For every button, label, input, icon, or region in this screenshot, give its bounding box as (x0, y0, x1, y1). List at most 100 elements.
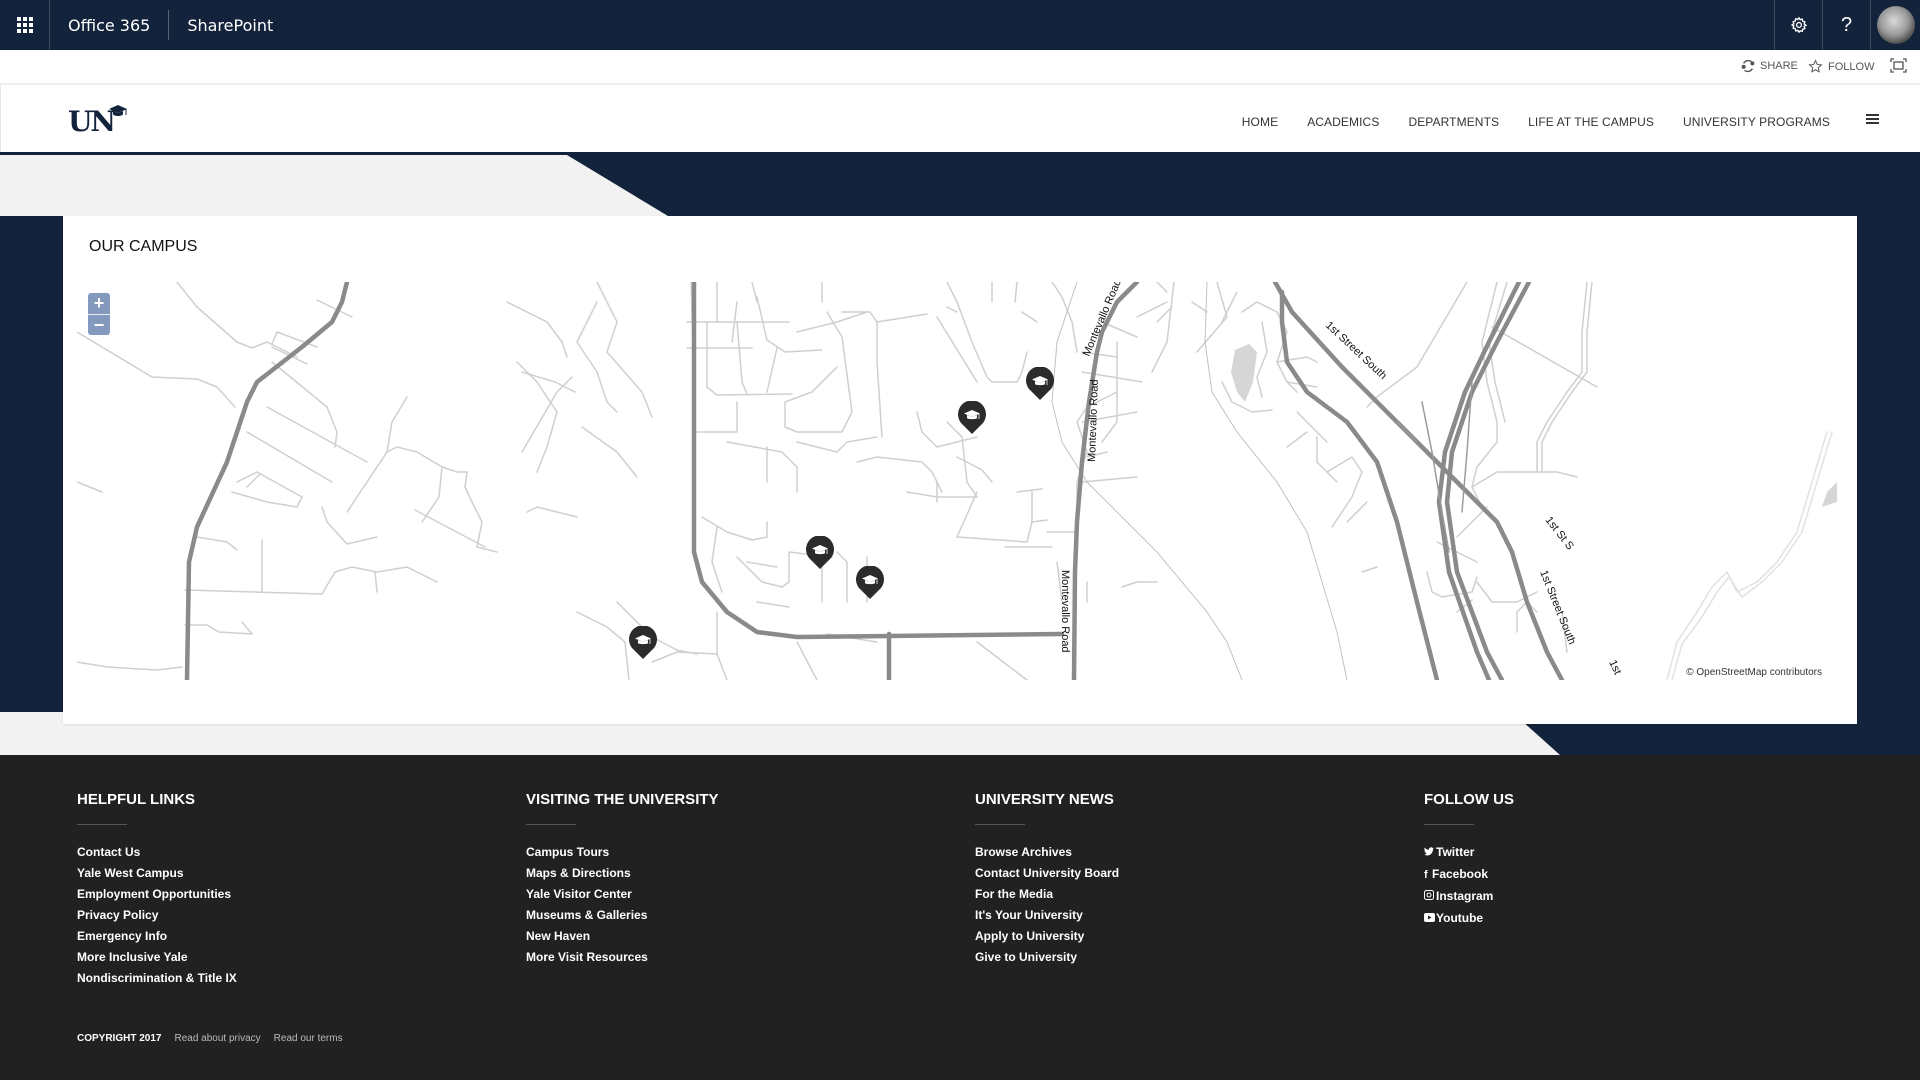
zoom-in-button[interactable]: + (88, 293, 110, 314)
sharepoint-link[interactable]: SharePoint (169, 16, 291, 35)
footer-link[interactable]: Campus Tours (526, 842, 719, 863)
focus-mode-button[interactable] (1890, 58, 1907, 73)
graduation-cap-icon (1026, 366, 1054, 400)
star-icon (1808, 59, 1823, 73)
road-label: 1st (1606, 658, 1623, 676)
footer-link[interactable]: More Inclusive Yale (77, 947, 237, 968)
footer-heading: VISITING THE UNIVERSITY (526, 791, 719, 808)
footer-heading: UNIVERSITY NEWS (975, 791, 1114, 808)
nav-departments[interactable]: DEPARTMENTS (1408, 115, 1499, 129)
footer-link[interactable]: It's Your University (975, 905, 1119, 926)
twitter-link[interactable]: Twitter (1424, 842, 1514, 864)
footer-link[interactable]: Give to University (975, 947, 1119, 968)
follow-label: FOLLOW (1828, 60, 1875, 73)
footer-link[interactable]: More Visit Resources (526, 947, 719, 968)
share-icon (1741, 59, 1755, 73)
facebook-link[interactable]: f Facebook (1424, 864, 1514, 886)
footer-link[interactable]: Emergency Info (77, 926, 237, 947)
suite-bar: Office 365 SharePoint ? (0, 0, 1920, 50)
terms-link[interactable]: Read our terms (274, 1033, 343, 1044)
footer-link[interactable]: Apply to University (975, 926, 1119, 947)
avatar (1876, 6, 1915, 44)
account-button[interactable] (1870, 0, 1920, 50)
graduation-cap-icon (109, 105, 128, 116)
share-label: SHARE (1760, 60, 1798, 72)
site-header: UN HOME ACADEMICS DEPARTMENTS LIFE AT TH… (0, 85, 1920, 152)
map-tiles: Montevallo Road Montevallo Road Monteval… (77, 282, 1837, 680)
help-icon: ? (1840, 13, 1853, 36)
road-label: 1st St S (1543, 514, 1576, 552)
office365-link[interactable]: Office 365 (50, 16, 168, 35)
privacy-link[interactable]: Read about privacy (174, 1033, 260, 1044)
copyright: COPYRIGHT 2017 (77, 1033, 162, 1044)
site-logo[interactable]: UN (68, 104, 128, 136)
footer-column-helpful-links: HELPFUL LINKS Contact Us Yale West Campu… (77, 791, 237, 989)
nav-academics[interactable]: ACADEMICS (1307, 115, 1379, 129)
campus-marker[interactable] (855, 565, 885, 600)
map-attribution[interactable]: © OpenStreetMap contributors (1686, 667, 1822, 678)
fullscreen-icon (1890, 58, 1907, 73)
footer-column-visiting: VISITING THE UNIVERSITY Campus Tours Map… (526, 791, 719, 968)
campus-map[interactable]: Montevallo Road Montevallo Road Monteval… (77, 282, 1840, 680)
divider (1424, 824, 1474, 825)
app-launcher-button[interactable] (0, 0, 50, 50)
footer-link[interactable]: For the Media (975, 884, 1119, 905)
footer-link[interactable]: Employment Opportunities (77, 884, 237, 905)
main-nav: HOME ACADEMICS DEPARTMENTS LIFE AT THE C… (1242, 115, 1830, 129)
youtube-label: Youtube (1436, 911, 1484, 925)
footer-link[interactable]: Museums & Galleries (526, 905, 719, 926)
youtube-icon (1424, 909, 1436, 930)
zoom-control: + − (88, 293, 110, 335)
campus-marker[interactable] (1025, 366, 1055, 401)
footer-link[interactable]: Contact University Board (975, 863, 1119, 884)
graduation-cap-icon (806, 535, 834, 569)
footer-link[interactable]: Yale West Campus (77, 863, 237, 884)
graduation-cap-icon (856, 565, 884, 599)
graduation-cap-icon (629, 625, 657, 659)
graduation-cap-icon (958, 400, 986, 434)
nav-university-programs[interactable]: UNIVERSITY PROGRAMS (1683, 115, 1830, 129)
footer-bottom: COPYRIGHT 2017 Read about privacy Read o… (77, 1033, 343, 1044)
footer-link[interactable]: Browse Archives (975, 842, 1119, 863)
help-button[interactable]: ? (1822, 0, 1870, 50)
campus-card: OUR CAMPUS Montevallo Road Montevallo Ro… (63, 216, 1857, 724)
nav-life-at-campus[interactable]: LIFE AT THE CAMPUS (1528, 115, 1654, 129)
road-label: Montevallo Road (1059, 570, 1071, 653)
twitter-label: Twitter (1436, 845, 1475, 859)
footer-link[interactable]: Yale Visitor Center (526, 884, 719, 905)
divider (77, 824, 127, 825)
footer-link[interactable]: Contact Us (77, 842, 237, 863)
footer-link[interactable]: Maps & Directions (526, 863, 719, 884)
road-label: 1st Street South (1323, 319, 1389, 382)
twitter-icon (1424, 843, 1436, 864)
footer-column-news: UNIVERSITY NEWS Browse Archives Contact … (975, 791, 1119, 968)
settings-button[interactable] (1774, 0, 1822, 50)
footer-link[interactable]: Nondiscrimination & Title IX (77, 968, 237, 989)
nav-home[interactable]: HOME (1242, 115, 1278, 129)
road-label: 1st Street South (1537, 569, 1578, 647)
campus-marker[interactable] (628, 625, 658, 660)
footer-heading: HELPFUL LINKS (77, 791, 196, 808)
section-title: OUR CAMPUS (89, 238, 198, 255)
hamburger-icon[interactable] (1866, 114, 1879, 124)
instagram-icon (1424, 887, 1436, 908)
footer-column-follow-us: FOLLOW US Twitter f Facebook Instagram Yo… (1424, 791, 1514, 930)
instagram-label: Instagram (1436, 889, 1494, 903)
follow-button[interactable]: FOLLOW (1808, 59, 1874, 74)
share-button[interactable]: SHARE (1741, 59, 1798, 73)
facebook-label: Facebook (1432, 867, 1489, 881)
instagram-link[interactable]: Instagram (1424, 886, 1514, 908)
footer-link[interactable]: Privacy Policy (77, 905, 237, 926)
action-bar: SHARE FOLLOW (0, 50, 1920, 84)
divider (975, 824, 1025, 825)
road-label: Montevallo Road (1086, 379, 1101, 462)
campus-marker[interactable] (957, 400, 987, 435)
divider (526, 824, 576, 825)
zoom-out-button[interactable]: − (88, 314, 110, 335)
footer-link[interactable]: New Haven (526, 926, 719, 947)
gear-icon (1790, 16, 1807, 34)
youtube-link[interactable]: Youtube (1424, 908, 1514, 930)
footer-heading: FOLLOW US (1424, 791, 1514, 808)
facebook-icon: f (1424, 869, 1428, 881)
campus-marker[interactable] (805, 535, 835, 570)
